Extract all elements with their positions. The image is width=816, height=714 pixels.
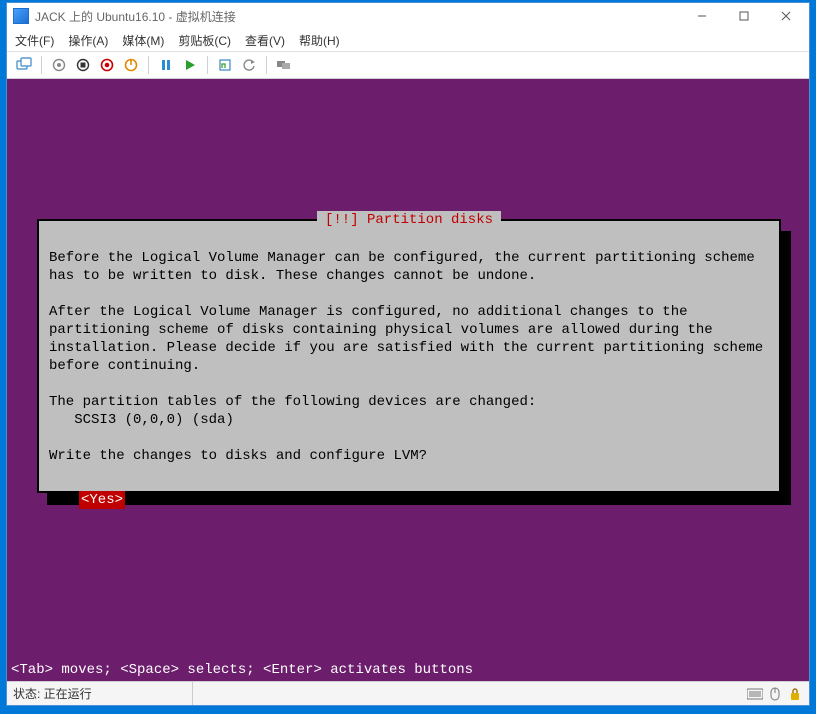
dialog-question: Write the changes to disks and configure… bbox=[49, 448, 427, 464]
footer-hint: <Tab> moves; <Space> selects; <Enter> ac… bbox=[7, 659, 809, 681]
minimize-button[interactable] bbox=[681, 4, 723, 28]
maximize-button[interactable] bbox=[723, 4, 765, 28]
no-button[interactable]: <No> bbox=[705, 491, 739, 509]
maximize-icon bbox=[739, 11, 749, 21]
play-icon bbox=[184, 59, 196, 71]
power-cycle-icon bbox=[124, 58, 138, 72]
window-title: JACK 上的 Ubuntu16.10 - 虚拟机连接 bbox=[35, 8, 681, 25]
yes-button[interactable]: <Yes> bbox=[79, 491, 125, 509]
dialog-device: SCSI3 (0,0,0) (sda) bbox=[49, 412, 234, 428]
close-button[interactable] bbox=[765, 4, 807, 28]
ctrl-alt-del-button[interactable] bbox=[13, 54, 35, 76]
shutdown-button[interactable] bbox=[96, 54, 118, 76]
start-button[interactable] bbox=[48, 54, 70, 76]
statusbar: 状态: 正在运行 bbox=[7, 681, 809, 705]
screens-icon bbox=[276, 58, 292, 72]
menu-action[interactable]: 操作(A) bbox=[68, 32, 108, 49]
resume-button[interactable] bbox=[179, 54, 201, 76]
partition-dialog: [!!] Partition disks Before the Logical … bbox=[37, 219, 781, 493]
close-icon bbox=[781, 11, 791, 21]
keyboard-status-icon bbox=[747, 686, 763, 702]
status-label: 状态: 正在运行 bbox=[13, 685, 92, 702]
menu-view[interactable]: 查看(V) bbox=[245, 32, 285, 49]
app-icon bbox=[13, 8, 29, 24]
stop-icon bbox=[76, 58, 90, 72]
keys-icon bbox=[16, 57, 32, 73]
revert-button[interactable] bbox=[238, 54, 260, 76]
pause-icon bbox=[160, 59, 172, 71]
lock-status-icon bbox=[787, 686, 803, 702]
toolbar bbox=[7, 51, 809, 79]
titlebar: JACK 上的 Ubuntu16.10 - 虚拟机连接 bbox=[7, 3, 809, 29]
turn-off-button[interactable] bbox=[72, 54, 94, 76]
reset-button[interactable] bbox=[120, 54, 142, 76]
snapshot-button[interactable] bbox=[214, 54, 236, 76]
dialog-title: [!!] Partition disks bbox=[317, 211, 501, 229]
vm-connection-window: JACK 上的 Ubuntu16.10 - 虚拟机连接 文件(F) 操作(A) … bbox=[6, 2, 810, 706]
guest-display[interactable]: [!!] Partition disks Before the Logical … bbox=[7, 79, 809, 681]
menubar: 文件(F) 操作(A) 媒体(M) 剪贴板(C) 查看(V) 帮助(H) bbox=[7, 29, 809, 51]
minimize-icon bbox=[697, 11, 707, 21]
dialog-para1: Before the Logical Volume Manager can be… bbox=[49, 250, 763, 284]
mouse-status-icon bbox=[767, 686, 783, 702]
menu-file[interactable]: 文件(F) bbox=[15, 32, 54, 49]
dialog-para2: After the Logical Volume Manager is conf… bbox=[49, 304, 772, 374]
power-icon bbox=[100, 58, 114, 72]
enhanced-session-button[interactable] bbox=[273, 54, 295, 76]
checkpoint-icon bbox=[218, 58, 232, 72]
pause-button[interactable] bbox=[155, 54, 177, 76]
menu-help[interactable]: 帮助(H) bbox=[299, 32, 340, 49]
revert-icon bbox=[242, 58, 256, 72]
menu-media[interactable]: 媒体(M) bbox=[122, 32, 164, 49]
power-on-icon bbox=[52, 58, 66, 72]
dialog-para3: The partition tables of the following de… bbox=[49, 394, 536, 410]
menu-clipboard[interactable]: 剪贴板(C) bbox=[178, 32, 231, 49]
